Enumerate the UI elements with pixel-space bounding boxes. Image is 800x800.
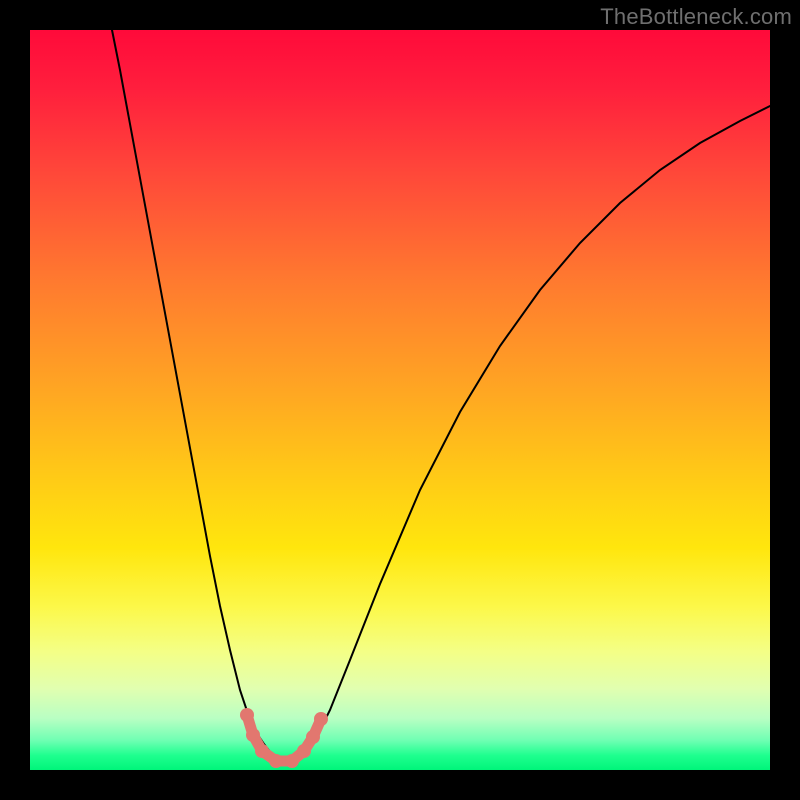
marker-dot [285,754,299,768]
marker-dot [314,712,328,726]
marker-dot [240,708,254,722]
marker-dot [306,730,320,744]
marker-dot [269,754,283,768]
watermark-text: TheBottleneck.com [600,4,792,30]
marker-dot [297,744,311,758]
bottleneck-curve [112,30,770,762]
marker-dot [255,744,269,758]
marker-dot [246,728,260,742]
bottleneck-curve-svg [30,30,770,770]
gradient-plot-area [30,30,770,770]
